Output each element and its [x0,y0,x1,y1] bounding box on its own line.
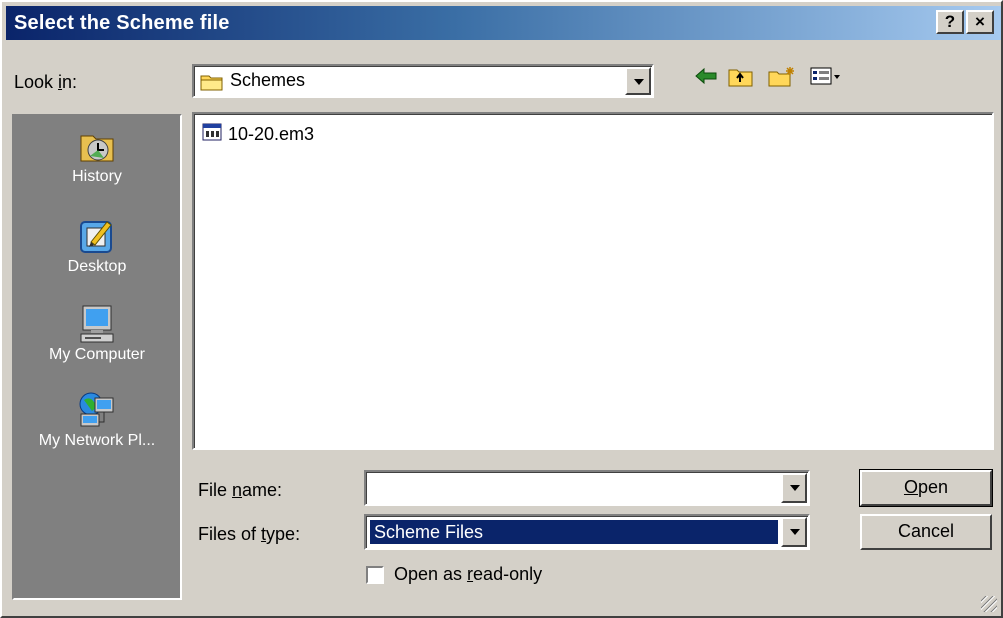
file-type-label-suffix: ype: [266,524,301,544]
open-button-hotkey: O [903,477,918,497]
up-folder-icon[interactable] [728,66,754,93]
look-in-label-suffix: n: [62,72,78,92]
desktop-icon [77,216,117,256]
file-type-label: Files of type: [198,524,300,545]
file-name-label-prefix: File [198,480,233,500]
file-name-combo[interactable] [364,470,810,506]
file-name-label-suffix: ame: [242,480,283,500]
file-type-label-prefix: Files of [198,524,262,544]
view-menu-icon[interactable] [810,66,842,93]
file-name-text: 10-20.em3 [228,124,315,144]
file-type-dropdown-button[interactable] [781,517,807,547]
place-network[interactable]: My Network Pl... [14,390,180,450]
folder-icon [200,72,224,97]
list-item[interactable]: 10-20.em3 [202,122,314,147]
close-button[interactable]: × [966,10,994,34]
cancel-button[interactable]: Cancel [860,514,992,550]
read-only-label-suffix: ead-only [473,564,543,584]
dialog-title: Select the Scheme file [14,12,230,34]
file-type-value: Scheme Files [370,520,778,544]
network-places-icon [77,390,117,430]
history-icon [77,126,117,166]
open-file-dialog: Select the Scheme file ? × Look in: Sche… [0,0,1003,618]
read-only-label-prefix: Open as [394,564,468,584]
look-in-value: Schemes [230,70,306,90]
new-folder-icon[interactable] [768,66,796,93]
open-button[interactable]: Open [859,469,993,507]
help-button[interactable]: ? [936,10,964,34]
place-label: Desktop [67,258,127,275]
my-computer-icon [77,304,117,344]
file-name-label: File name: [198,480,282,501]
look-in-dropdown-button[interactable] [625,67,651,95]
place-desktop[interactable]: Desktop [14,216,180,276]
place-my-computer[interactable]: My Computer [14,304,180,364]
place-label: History [72,168,122,185]
read-only-checkbox[interactable] [366,566,384,584]
open-button-label: pen [917,477,949,497]
places-bar: History Desktop My Computer My Network P… [12,114,182,600]
look-in-label: Look in: [14,72,77,93]
scheme-file-icon [202,122,222,147]
look-in-label-prefix: Look [14,72,59,92]
file-type-dropdown[interactable]: Scheme Files [364,514,810,550]
look-in-dropdown[interactable]: Schemes [192,64,654,98]
place-label: My Network Pl... [38,432,156,449]
file-list[interactable]: 10-20.em3 [192,112,994,450]
file-name-dropdown-button[interactable] [781,473,807,503]
file-name-label-hotkey: n [232,480,243,500]
resize-grip[interactable] [981,596,997,612]
back-icon[interactable] [694,66,718,91]
title-bar[interactable]: Select the Scheme file ? × [6,6,1001,40]
read-only-label[interactable]: Open as read-only [394,564,542,585]
place-history[interactable]: History [14,126,180,186]
place-label: My Computer [48,346,146,363]
